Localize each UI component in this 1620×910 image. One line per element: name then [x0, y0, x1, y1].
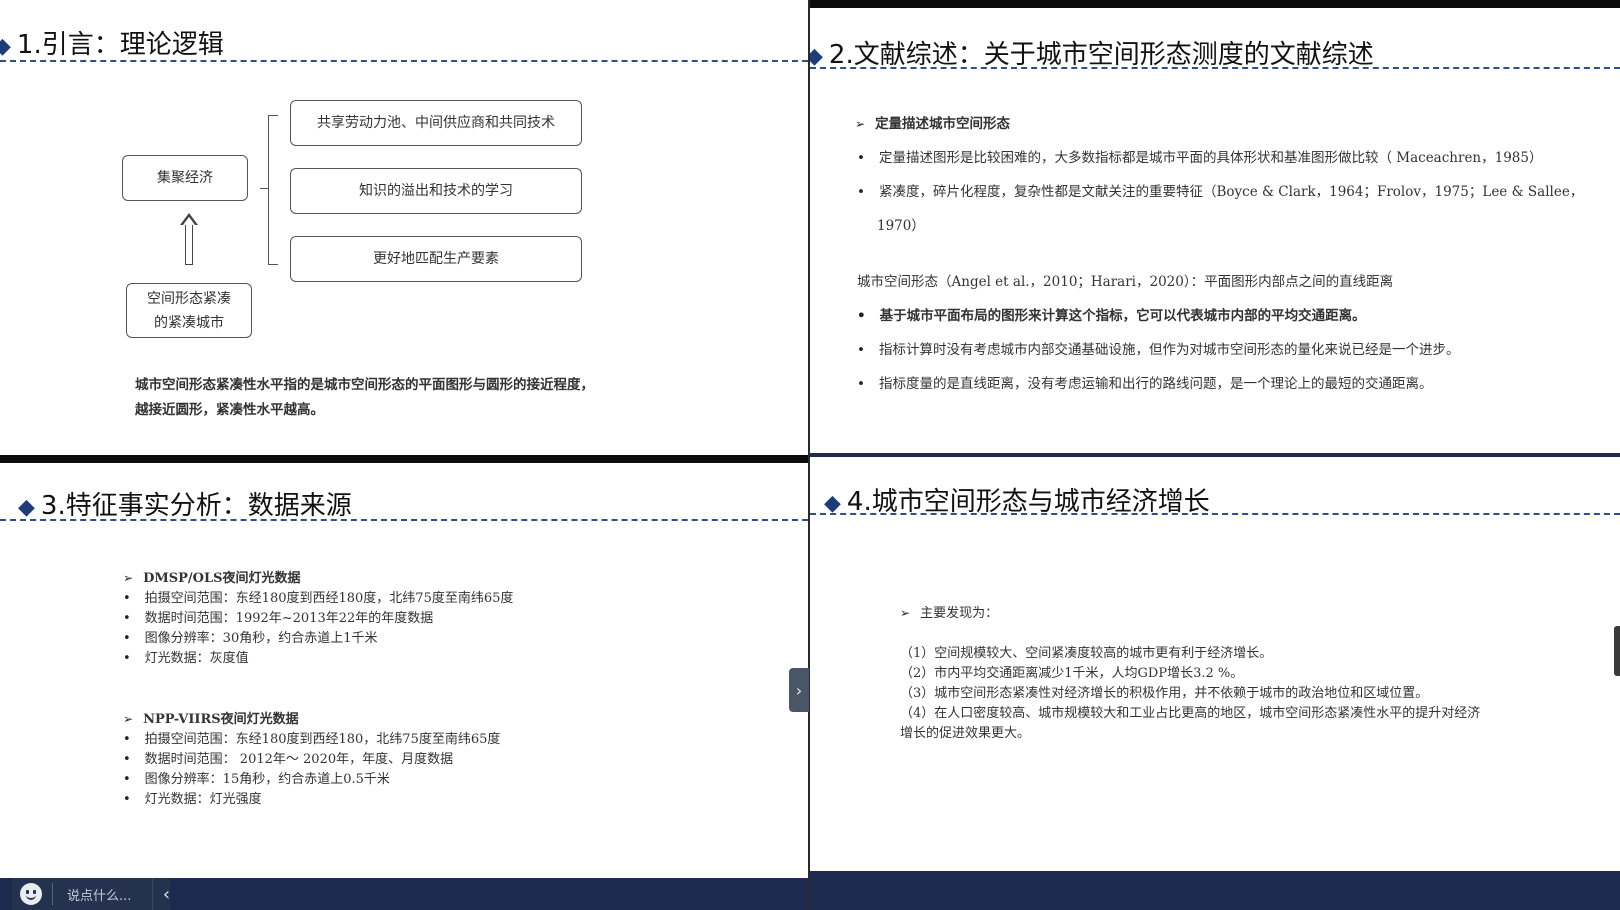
arrowhead-icon: ➢: [900, 606, 911, 620]
diamond-icon: ◆: [0, 34, 11, 59]
agglomeration-box: 集聚经济: [122, 155, 248, 201]
finding-item: 增长的促进效果更大。: [900, 726, 1031, 741]
title-divider: [810, 67, 1620, 69]
mechanism-box-2: 知识的溢出和技术的学习: [290, 168, 582, 214]
bullet-item: • 灯光数据：灰度值: [123, 651, 249, 666]
bullet-item: • 拍摄空间范围：东经180度到西经180，北纬75度至南纬65度: [123, 732, 501, 747]
section-heading: ➢ 主要发现为：: [900, 606, 999, 621]
bullet-item: • 定量描述图形是比较困难的，大多数指标都是城市平面的具体形状和基准图形做比较（ …: [857, 150, 1543, 166]
finding-item: （1）空间规模较大、空间紧凑度较高的城市更有利于经济增长。: [900, 646, 1273, 661]
slide-panel-3[interactable]: ◆ 3.特征事实分析：数据来源 ➢ DMSP/OLS夜间灯光数据 • 拍摄空间范围：东…: [0, 463, 808, 878]
compact-city-box: 空间形态紧凑 的紧凑城市: [126, 283, 252, 338]
mechanism-box-1: 共享劳动力池、中间供应商和共同技术: [290, 100, 582, 146]
arrowhead-icon: ➢: [855, 117, 866, 131]
arrowhead-icon: ➢: [123, 571, 134, 585]
chevron-left-icon[interactable]: ‹: [152, 878, 180, 910]
title-divider: [0, 60, 808, 62]
title-divider: [0, 519, 808, 521]
plain-text: 城市空间形态（Angel et al.，2010；Harari，2020）：平面…: [857, 274, 1394, 290]
section-heading: ➢ 定量描述城市空间形态: [855, 116, 1011, 132]
bullet-item: • 灯光数据：灯光强度: [123, 792, 262, 807]
slide-title: ◆ 3.特征事实分析：数据来源: [18, 491, 352, 521]
bullet-item: • 紧凑度，碎片化程度，复杂性都是文献关注的重要特征（Boyce & Clark，…: [857, 184, 1584, 200]
section-heading: ➢ DMSP/OLS夜间灯光数据: [123, 571, 301, 586]
title-divider: [810, 513, 1620, 515]
slide-title: ◆2.文献综述：关于城市空间形态测度的文献综述: [810, 34, 1374, 71]
finding-item: （3）城市空间形态紧凑性对经济增长的积极作用，并不依赖于城市的政治地位和区域位置…: [900, 686, 1429, 701]
bullet-continuation: 1970）: [877, 218, 925, 234]
scroll-handle[interactable]: [1614, 626, 1620, 676]
diamond-icon: ◆: [810, 44, 823, 69]
arrowhead-icon: ➢: [123, 712, 134, 726]
slide-panel-4[interactable]: ◆ 4.城市空间形态与城市经济增长 ➢ 主要发现为： （1）空间规模较大、空间紧凑度…: [810, 453, 1620, 871]
bullet-item: • 拍摄空间范围：东经180度到西经180度，北纬75度至南纬65度: [123, 591, 514, 606]
chevron-right-icon[interactable]: ›: [789, 668, 809, 712]
bottom-bar: [810, 871, 1620, 910]
finding-item: （4）在人口密度较高、城市规模较大和工业占比更高的地区，城市空间形态紧凑性水平的…: [900, 706, 1481, 721]
bullet-item: • 数据时间范围：1992年~2013年22年的年度数据: [123, 611, 434, 626]
chat-input[interactable]: 说点什么...: [67, 885, 131, 904]
slide-panel-1[interactable]: ◆ 1.引言：理论逻辑 集聚经济 空间形态紧凑 的紧凑城市 共享劳动力池、中间供应…: [0, 0, 808, 455]
bullet-item: • 图像分辨率：30角秒，约合赤道上1千米: [123, 631, 378, 646]
bullet-item: • 图像分辨率：15角秒，约合赤道上0.5千米: [123, 772, 390, 787]
emoji-icon[interactable]: [20, 883, 42, 905]
bracket: [268, 115, 278, 265]
slide-panel-2[interactable]: ◆2.文献综述：关于城市空间形态测度的文献综述 ➢定量描述城市空间形态 •定量描…: [810, 0, 1620, 453]
slide-title: ◆ 1.引言：理论逻辑: [0, 24, 224, 61]
bullet-item: • 指标度量的是直线距离，没有考虑运输和出行的路线问题，是一个理论上的最短的交通距…: [857, 376, 1433, 392]
summary-line-1: 城市空间形态紧凑性水平指的是城市空间形态的平面图形与圆形的接近程度，: [135, 377, 594, 393]
chat-input-bar[interactable]: 说点什么... ‹: [12, 878, 170, 910]
summary-line-2: 越接近圆形，紧凑性水平越高。: [135, 402, 324, 418]
section-heading: ➢ NPP-VIIRS夜间灯光数据: [123, 712, 299, 727]
bullet-item-bold: • 基于城市平面布局的图形来计算这个指标，它可以代表城市内部的平均交通距离。: [857, 308, 1366, 324]
bullet-item: • 指标计算时没有考虑城市内部交通基础设施，但作为对城市空间形态的量化来说已经是一…: [857, 342, 1460, 358]
mechanism-box-3: 更好地匹配生产要素: [290, 236, 582, 282]
bullet-item: • 数据时间范围： 2012年～ 2020年，年度、月度数据: [123, 752, 454, 767]
diamond-icon: ◆: [18, 495, 35, 520]
finding-item: （2）市内平均交通距离减少1千米，人均GDP增长3.2 %。: [900, 666, 1244, 681]
